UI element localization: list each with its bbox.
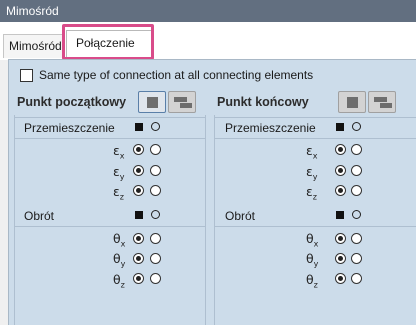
empty-circle-icon [352,122,361,131]
start-tx-fixed-radio[interactable] [133,233,144,244]
start-square-connection-button[interactable] [138,91,166,113]
end-square-connection-button[interactable] [338,91,366,113]
start-ty-free-radio[interactable] [150,253,161,264]
start-ez-free-radio[interactable] [150,185,161,196]
empty-circle-icon [151,210,160,219]
start-point-title: Punkt początkowy [17,95,127,109]
end-rotation-separator [214,226,416,227]
end-ez-fixed-radio[interactable] [335,185,346,196]
end-displacement-label: Przemieszczenie [225,121,316,135]
same-type-checkbox[interactable] [20,68,33,82]
start-separator [14,138,206,139]
filled-square-icon [336,123,344,131]
start-rotation-separator [14,226,206,227]
empty-circle-icon [352,210,361,219]
end-ex-symbol: εx [306,143,318,161]
start-tx-free-radio[interactable] [150,233,161,244]
start-tz-symbol: θz [113,272,125,290]
square-connection-icon [347,97,358,108]
start-top-separator [14,117,206,118]
start-tz-free-radio[interactable] [150,273,161,284]
end-ey-symbol: εy [306,164,318,182]
start-ey-fixed-radio[interactable] [133,165,144,176]
end-tz-symbol: θz [306,272,318,290]
end-ex-free-radio[interactable] [351,144,362,155]
end-ey-fixed-radio[interactable] [335,165,346,176]
end-rotation-label: Obrót [225,209,256,223]
end-ty-symbol: θy [306,251,319,269]
start-ey-symbol: εy [113,164,125,182]
tab-strip: Mimośród Połączenie [0,22,416,60]
end-separator [214,138,416,139]
offset-connection-icon [174,97,187,102]
end-ty-free-radio[interactable] [351,253,362,264]
start-ex-symbol: εx [113,143,125,161]
end-tx-fixed-radio[interactable] [335,233,346,244]
end-tx-free-radio[interactable] [351,233,362,244]
end-offset-connection-button[interactable] [368,91,396,113]
start-displacement-label: Przemieszczenie [24,121,115,135]
start-tz-fixed-radio[interactable] [133,273,144,284]
same-type-label: Same type of connection at all connectin… [39,68,314,82]
end-top-separator [214,117,416,118]
same-type-option[interactable]: Same type of connection at all connectin… [20,68,313,82]
start-left-border [14,115,15,325]
end-ez-symbol: εz [306,184,317,202]
start-rotation-label: Obrót [24,209,55,223]
start-right-border [205,115,206,325]
window-title: Mimośród [0,0,416,22]
end-tz-free-radio[interactable] [351,273,362,284]
empty-circle-icon [151,122,160,131]
offset-connection-icon [374,97,387,102]
start-ey-free-radio[interactable] [150,165,161,176]
tab-polaczenie[interactable]: Połączenie [66,30,152,60]
end-tz-fixed-radio[interactable] [335,273,346,284]
filled-square-icon [336,211,344,219]
end-left-border [214,115,215,325]
filled-square-icon [135,123,143,131]
end-ty-fixed-radio[interactable] [335,253,346,264]
end-ex-fixed-radio[interactable] [335,144,346,155]
square-connection-icon [147,97,158,108]
end-ez-free-radio[interactable] [351,185,362,196]
filled-square-icon [135,211,143,219]
start-offset-connection-button[interactable] [168,91,196,113]
tab-mimosrod[interactable]: Mimośród [3,34,65,58]
end-ey-free-radio[interactable] [351,165,362,176]
start-ez-fixed-radio[interactable] [133,185,144,196]
start-ez-symbol: εz [113,184,124,202]
start-ex-fixed-radio[interactable] [133,144,144,155]
start-tx-symbol: θx [113,231,126,249]
end-point-title: Punkt końcowy [217,95,309,109]
end-tx-symbol: θx [306,231,319,249]
start-ex-free-radio[interactable] [150,144,161,155]
start-ty-symbol: θy [113,251,126,269]
start-ty-fixed-radio[interactable] [133,253,144,264]
